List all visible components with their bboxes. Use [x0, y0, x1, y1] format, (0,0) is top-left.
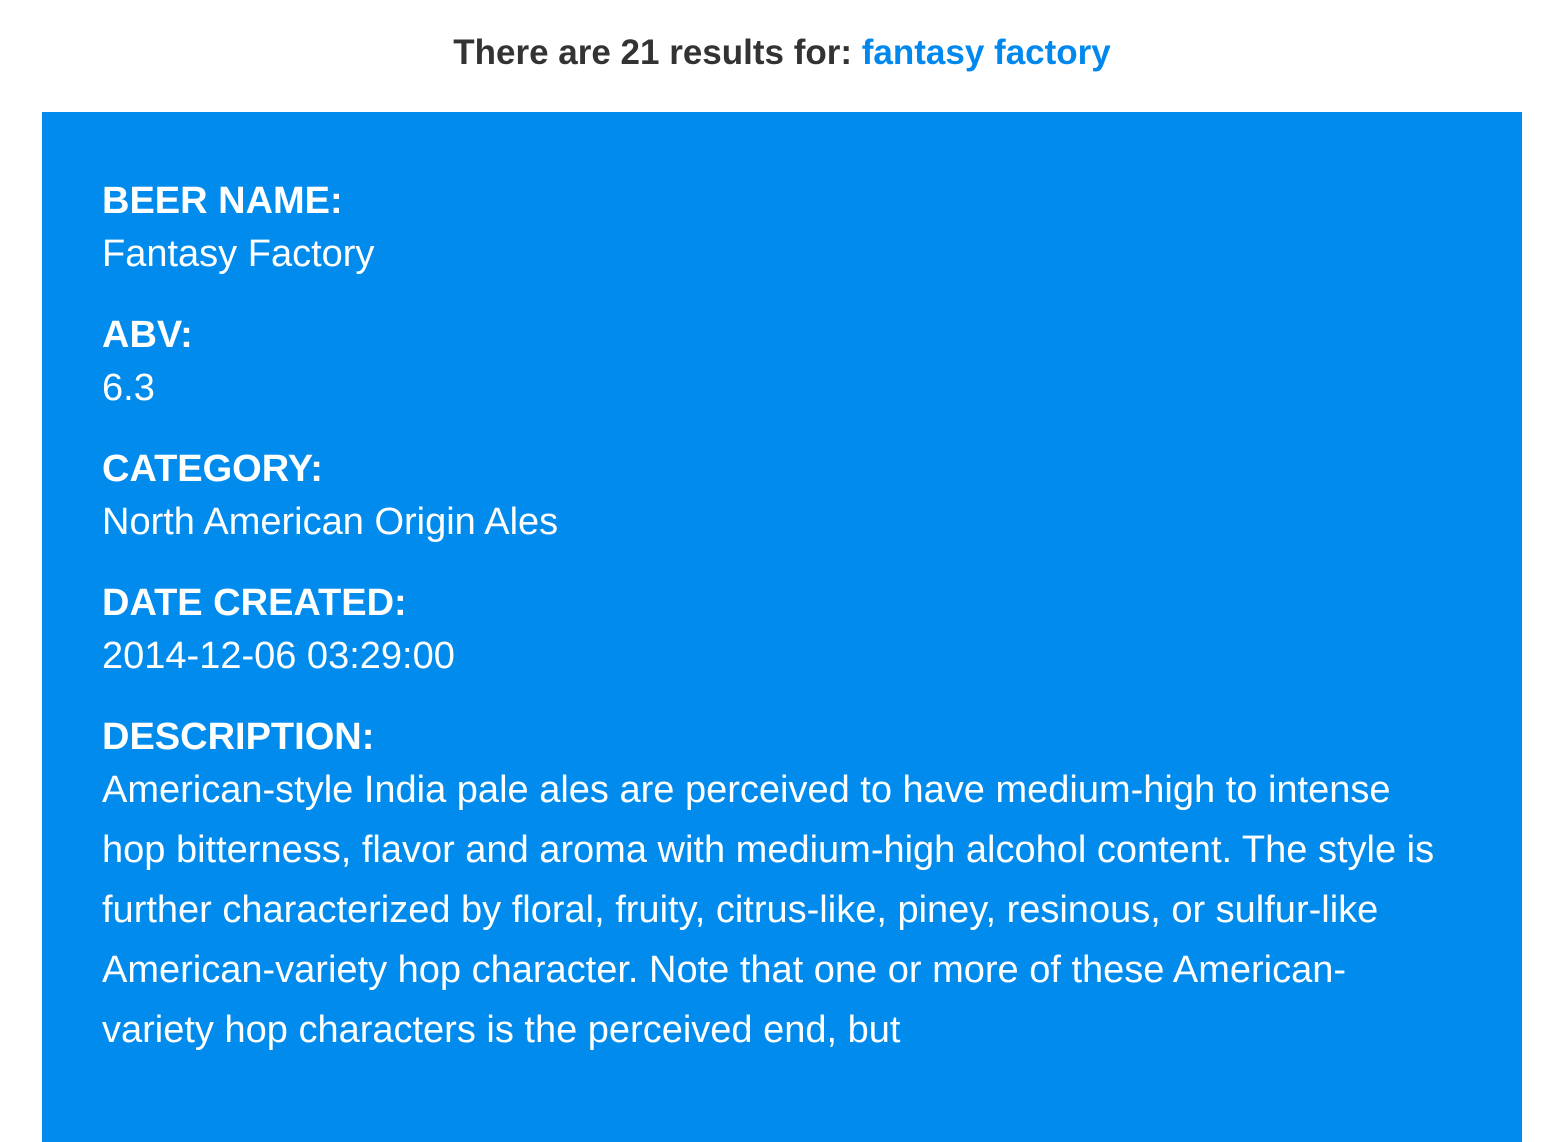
results-summary: There are 21 results for: fantasy factor… [0, 30, 1564, 76]
date-created-label: DATE CREATED: [102, 582, 407, 624]
description-field: DESCRIPTION: American-style India pale a… [102, 714, 1442, 1060]
beer-name-label: BEER NAME: [102, 180, 343, 222]
abv-label: ABV: [102, 314, 193, 356]
results-count-text: There are 21 results for: [453, 33, 853, 72]
result-card: BEER NAME: Fantasy Factory ABV: 6.3 CATE… [42, 112, 1522, 1142]
search-query-link[interactable]: fantasy factory [862, 33, 1111, 72]
description-label: DESCRIPTION: [102, 716, 375, 758]
abv-field: ABV: 6.3 [102, 312, 1442, 418]
beer-name-value: Fantasy Factory [102, 233, 375, 275]
category-field: CATEGORY: North American Origin Ales [102, 446, 1442, 552]
date-created-field: DATE CREATED: 2014-12-06 03:29:00 [102, 580, 1442, 686]
beer-name-field: BEER NAME: Fantasy Factory [102, 178, 1442, 284]
date-created-value: 2014-12-06 03:29:00 [102, 635, 455, 677]
category-value: North American Origin Ales [102, 501, 559, 543]
result-card-content: BEER NAME: Fantasy Factory ABV: 6.3 CATE… [102, 178, 1442, 1088]
category-label: CATEGORY: [102, 448, 323, 490]
abv-value: 6.3 [102, 367, 155, 409]
description-value: American-style India pale ales are perce… [102, 769, 1435, 1051]
